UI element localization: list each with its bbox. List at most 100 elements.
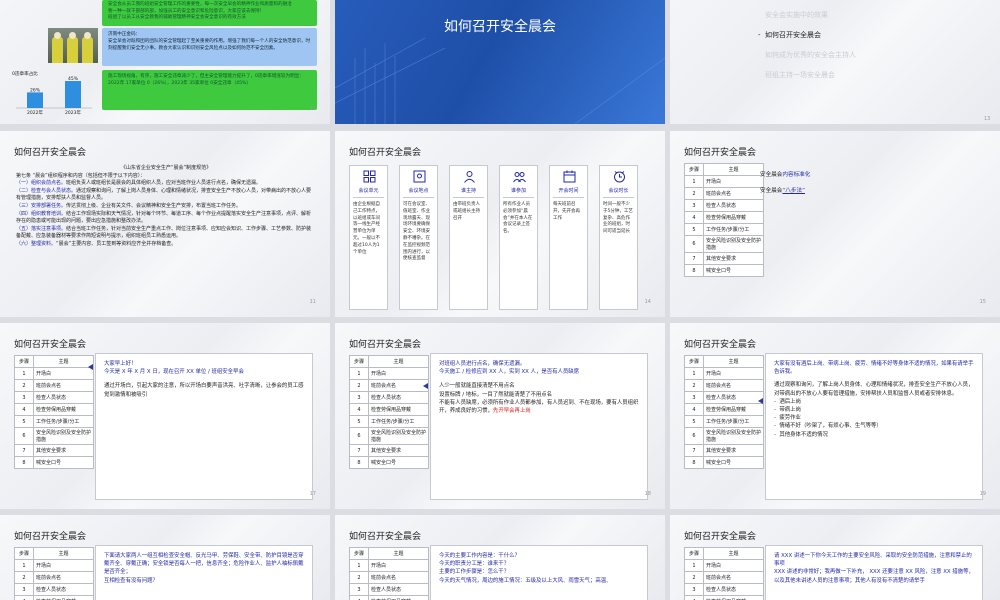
slide-step-ppe: 如何召开安全晨会 步骤主题 1开场白 2班前会点名 3检查人员状态 4检查劳保用…	[0, 515, 330, 600]
person-icon	[464, 171, 475, 183]
violation-rate-chart: 26% 2022年 45% 2023年	[16, 76, 92, 116]
script-line: 互相检查有没有问题？	[104, 577, 158, 584]
card-text: 由带班负责人或班组长主持召开	[453, 202, 480, 221]
slide-title: 如何召开安全晨会	[14, 340, 87, 350]
slide-title: 如何召开安全晨会	[349, 340, 422, 350]
step-content: 大家早上好！ 今天是 X 年 X 月 X 日，现在召开 XX 单位 / 班组安全…	[95, 353, 313, 500]
page-number: 15	[979, 299, 986, 305]
regulation-text: 《山东省企业安全生产“晨会”制度规范》 第七条 “晨会”组织程序和内容（包括但不…	[16, 165, 316, 249]
steps-table: 步骤主题 1开场白 2班前会点名 3检查人员状态 4检查劳保用品穿戴	[684, 547, 764, 600]
slide-eight-steps: 如何召开安全晨会 步骤 主题 1 开场白 2 班前会点名 3 检查人员状态 4 检查劳保用…	[670, 131, 1000, 317]
group-icon	[513, 172, 526, 183]
card-label: 会议时长	[608, 188, 629, 194]
script-line: 今天的主要工作内容是：干什么？	[439, 553, 520, 559]
script-line: 下面请大家两人一组互相检查安全帽、反光马甲、劳保鞋、安全带、防护目镜是否穿戴齐全…	[104, 553, 304, 576]
slide-step-opening: 如何召开安全晨会 步骤 主题 1 开场白 2 班前会点名 3 检查人员状态 4 检查劳保用…	[0, 323, 330, 509]
data-label: 26%	[30, 87, 41, 93]
current-step-arrow	[423, 383, 428, 389]
condition-item: - 带病上岗	[774, 407, 801, 414]
standard-line: 安全晨会内容标准化	[760, 172, 811, 178]
doc-item: （一）组织会前点名。班组负责人或班组长是晨会的具体组织人员，应对当班作业人员进行…	[16, 180, 262, 187]
slide-title: 如何召开安全晨会	[684, 148, 757, 158]
slide-title: 如何召开安全晨会	[14, 532, 87, 542]
doc-item: （六）整理资料。“晨会”主要内容、员工签到等资料应齐全并存档备查。	[16, 240, 177, 247]
slide-step-risks: 如何召开安全晨会 步骤主题 1开场白 2班前会点名 3检查人员状态 4检查劳保用…	[670, 515, 1000, 600]
page-number: 13	[984, 116, 991, 122]
script-line: 今天的天气情况，周边的施工情况：五级及以上大风、雨雪天气；高温、	[439, 577, 612, 584]
card-duration: 会议时长 时间一般不少于5分钟，工艺复杂、高危作业的班组，时间可适当延长	[599, 165, 638, 310]
summary-line: 安全会从员工我的班组安全管理工作的重要性，每一次安全早会的精神作业和质量和的融洽	[108, 2, 292, 7]
step-content: 今天的主要工作内容是：干什么？ 今天的职责分工是：谁来干？ 主要的工作步骤是：怎…	[430, 545, 648, 600]
summary-line: 班组了以员工从安全教我的辅助管理精神安全会安全意识的有效方法	[108, 15, 246, 21]
card-text: 所有作业人员必须参加“晨会”并在本人在会议记录上签名。	[503, 202, 533, 235]
script-line: 对班组人员进行点名，确保无遗漏。	[439, 361, 526, 367]
slide-title: 如何召开安全晨会	[349, 148, 422, 158]
doc-title: 《山东省企业安全生产“晨会”制度规范》	[120, 165, 212, 171]
condition-item: - 疲劳作业	[774, 415, 801, 422]
steps-table: 步骤 主题 1 开场白 2 班前会点名 3 检查人员状态 4 检查劳保用品穿戴 5 工作任务…	[684, 355, 764, 469]
card-attendees: 谁参加 所有作业人员必须参加“晨会”并在本人在会议记录上签名。	[499, 165, 538, 310]
steps-table: 步骤主题 1开场白 2班前会点名 3检查人员状态 4检查劳保用品穿戴	[349, 547, 429, 600]
steps-table: 步骤主题 1开场白 2班前会点名 3检查人员状态 4检查劳保用品穿戴	[14, 547, 94, 600]
card-text: 可在会议室、值班室、作业现场露天、现场环境要确保安全、环境安静不嘈杂。在在监控视…	[403, 202, 430, 262]
script-line: 大家有没有酒后上岗、带病上岗、疲劳、情绪不好等身体不适的情况，如果有请举手告诉我…	[774, 361, 974, 376]
summary-box-mid: 济南中正金码： 安全早会对既和团的团队的安全管理起了至关重要的作用。增强了我们每…	[102, 28, 317, 66]
page-number: 17	[309, 491, 316, 497]
eight-step-line: 安全晨会“八步法”	[760, 188, 805, 194]
card-meeting-unit: 会议单元 由企业根据自己工作特点，以班组或车间等一线生产经营单位为单元。一般以不…	[349, 165, 388, 310]
grid-icon	[363, 170, 376, 183]
script-line: 今天的职责分工是：谁来干？	[439, 561, 510, 568]
step-content: 对班组人员进行点名，确保无遗漏。 今天施工 / 检修应到 XX 人，实到 XX …	[430, 353, 648, 500]
agenda-item: 班组主持一场安全晨会	[765, 71, 835, 79]
slide-step-status: 如何召开安全晨会 步骤 主题 1 开场白 2 班前会点名 3 检查人员状态 4 检查劳保用…	[670, 323, 1000, 509]
card-text: 每天班前召开，先开会再工作	[553, 202, 580, 221]
card-label: 谁参加	[510, 188, 526, 194]
step-content: 请 XXX 讲述一下你今天工作的主要安全风险、采取的安全防范措施，注意和禁止的事…	[765, 545, 983, 600]
doc-item: （四）组织教育培训。结合工作现场实际和天气情况，针对每个环节、每道工序、每个作业…	[16, 210, 312, 225]
slide-meeting-elements: 如何召开安全晨会 会议单元 由企业根据自己工作特点，以班组或车间等一线生产经营单…	[335, 131, 665, 317]
slide-step-rollcall: 如何召开安全晨会 步骤 主题 1 开场白 2 班前会点名 3 检查人员状态 4 检查劳保用…	[335, 323, 665, 509]
summary-box-top: 安全会从员工我的班组安全管理工作的重要性，每一次安全早会的精神作业和质量和的融洽…	[102, 0, 317, 26]
current-step-arrow	[88, 364, 93, 370]
script-line: 今天是 X 年 X 月 X 日，现在召开 XX 单位 / 班组安全早会	[104, 369, 244, 376]
step-content: 大家有没有酒后上岗、带病上岗、疲劳、情绪不好等身体不适的情况，如果有请举手告诉我…	[765, 353, 983, 500]
calendar-icon	[563, 170, 576, 183]
steps-table: 步骤 主题 1 开场白 2 班前会点名 3 检查人员状态 4 检查劳保用品穿戴 5 工作任务…	[349, 355, 429, 469]
card-text: 由企业根据自己工作特点，以班组或车间等一线生产经营单位为单元。一般以不超过10人…	[353, 202, 380, 255]
current-step-arrow	[758, 398, 763, 404]
category-label: 2022年	[27, 109, 43, 116]
note-line: 人少一般就能直接清楚不用点名	[439, 383, 515, 390]
category-label: 2023年	[65, 109, 81, 116]
step-explanation: 通过观察和询问，了解上岗人员身体、心理和情绪状况，排查安全生产不放心人员，对带病…	[774, 382, 974, 397]
card-label: 会议地点	[408, 188, 429, 194]
card-label: 谁主持	[460, 188, 476, 194]
steps-table: 步骤 主题 1 开场白 2 班前会点名 3 检查人员状态 4 检查劳保用品穿戴 5 工作任务…	[14, 355, 94, 469]
condition-item: - 酒后上岗	[774, 398, 801, 405]
page-number: 18	[644, 491, 651, 497]
slide-title: 如何召开安全晨会	[444, 19, 556, 35]
slide-section-title: 如何召开安全晨会	[335, 0, 665, 124]
card-label: 会议单元	[358, 188, 379, 194]
slide-title: 如何召开安全晨会	[684, 340, 757, 350]
agenda-item-current: - 如何召开安全晨会	[758, 31, 821, 39]
page-number: 14	[644, 299, 651, 305]
slide-results: 安全会从员工我的班组安全管理工作的重要性，每一次安全早会的精神作业和质量和的融洽…	[0, 0, 330, 124]
note-line: 设置标牌 / 地标，一目了然就能清楚了不用点名	[439, 391, 553, 398]
box-text: 安全早会对既和团的团队的安全管理起了至关重要的作用。增强了我们每一个人的安全防范…	[108, 38, 311, 51]
bar	[27, 92, 43, 108]
agenda-item: 安全会实施中的效果	[765, 11, 828, 19]
condition-item: - 情绪不好（吵架了，有烦心事、生气等等）	[774, 423, 882, 430]
step-content: 下面请大家两人一组互相检查安全帽、反光马甲、劳保鞋、安全带、防护目镜是否穿戴齐全…	[95, 545, 313, 600]
doc-item: （三）安排部署任务。传达贯彻上级、企业有关文件、会议精神和安全生产安排，布置当班…	[16, 202, 242, 209]
script-line: XXX 讲述的非常好；我再做一下补充， XXX 还要注意 XX 风险，注意 XX…	[774, 569, 974, 584]
card-label: 开会时间	[558, 188, 579, 194]
note-line: 不能有人员缺席，必须所有作业人员都参加，有人员迟到、不在现场，要有人员组织开，养…	[439, 399, 639, 415]
script-line: 大家早上好！	[104, 361, 137, 367]
script-line: 主要的工作步骤是：怎么干？	[439, 569, 510, 576]
script-line: 请 XXX 讲述一下你今天工作的主要安全风险、采取的安全防范措施，注意和禁止的事…	[774, 553, 972, 568]
script-line: 今天施工 / 检修应到 XX 人，实到 XX 人，是否有人员缺席	[439, 369, 580, 376]
card-host: 谁主持 由带班负责人或班组长主持召开	[449, 165, 488, 310]
page-number: 11	[309, 299, 316, 305]
card-meeting-time: 开会时间 每天班前召开，先开会再工作	[549, 165, 588, 310]
step-explanation: 通过开场白，引起大家的注意，所以开场白要声音洪亮、吐字清晰，让参会的员工感觉到激…	[104, 383, 304, 398]
